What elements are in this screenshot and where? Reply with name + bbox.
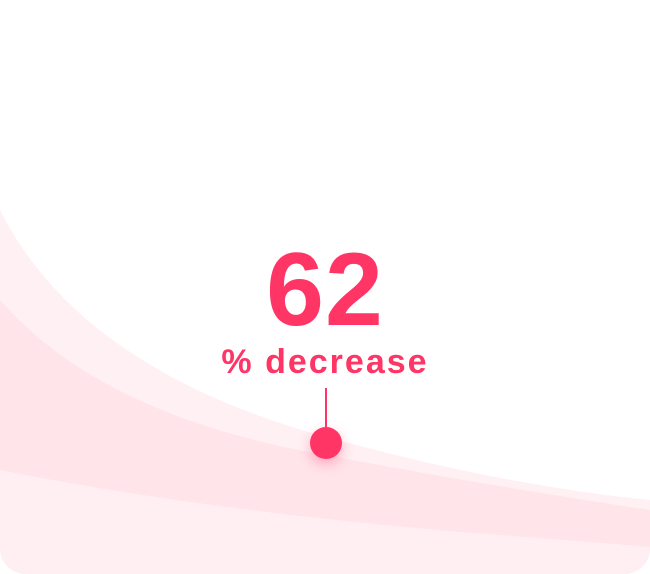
stat-value: 62 (266, 232, 384, 348)
stat-card: 62 % decrease (0, 0, 650, 574)
marker-connector-line (325, 388, 327, 430)
marker-dot (310, 427, 342, 459)
stat-label: % decrease (221, 343, 429, 381)
stat-group: 62 % decrease (0, 236, 650, 382)
